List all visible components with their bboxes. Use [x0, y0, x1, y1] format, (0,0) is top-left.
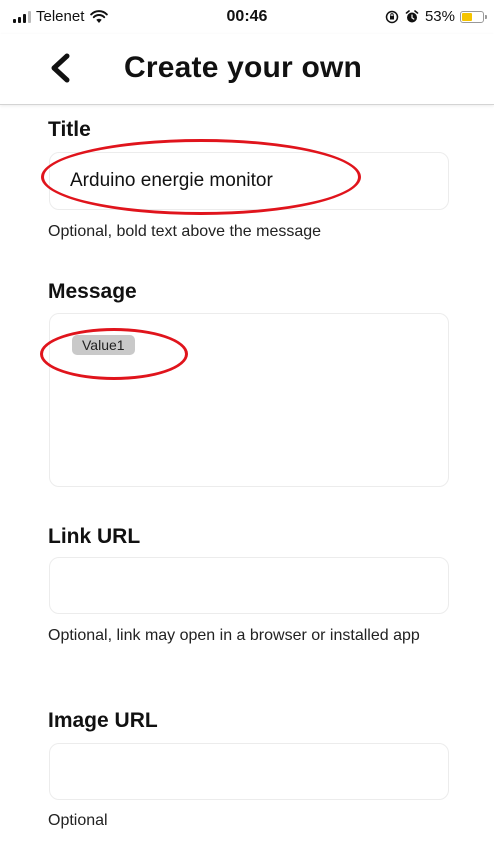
battery-fill	[462, 12, 472, 21]
back-button[interactable]	[40, 46, 80, 90]
header: Create your own	[0, 34, 494, 105]
status-right: 53%	[385, 8, 487, 25]
battery-icon	[460, 10, 487, 23]
chevron-left-icon	[51, 53, 70, 83]
title-hint: Optional, bold text above the message	[48, 223, 322, 240]
ingredient-chip[interactable]: Value1	[72, 335, 135, 355]
title-label: Title	[48, 118, 91, 141]
message-label: Message	[48, 280, 137, 303]
image-url-label: Image URL	[48, 709, 158, 732]
message-textarea[interactable]: Value1	[49, 313, 449, 487]
orientation-lock-icon	[385, 10, 399, 23]
status-bar: Telenet 00:46 53%	[0, 0, 494, 34]
title-input-value: Arduino energie monitor	[70, 170, 273, 191]
link-url-label: Link URL	[48, 525, 141, 548]
image-url-hint: Optional	[48, 812, 108, 829]
battery-percent: 53%	[424, 8, 455, 25]
title-input[interactable]: Arduino energie monitor	[49, 152, 449, 210]
link-url-hint: Optional, link may open in a browser or …	[48, 627, 420, 644]
link-url-input[interactable]	[49, 557, 449, 614]
alarm-icon	[405, 9, 419, 22]
image-url-input[interactable]	[49, 743, 449, 800]
page-title: Create your own	[124, 51, 363, 84]
